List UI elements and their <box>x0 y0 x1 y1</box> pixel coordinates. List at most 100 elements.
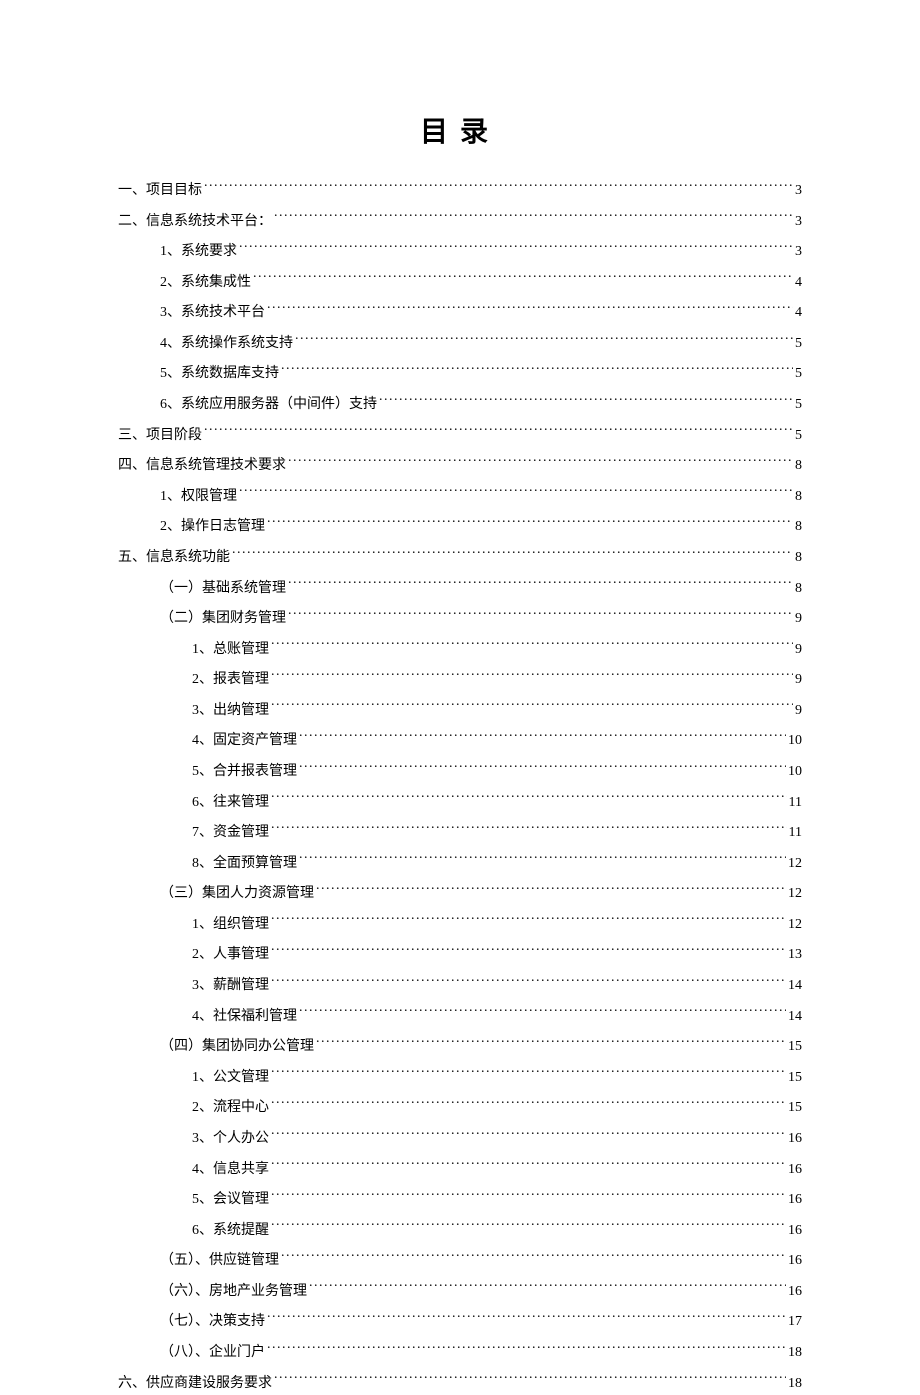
toc-entry: 五、信息系统功能8 <box>118 547 802 569</box>
toc-entry: （四）集团协同办公管理15 <box>118 1036 802 1058</box>
toc-entry: （三）集团人力资源管理12 <box>118 883 802 905</box>
toc-leader-dots <box>204 180 793 194</box>
toc-entry: （五）、供应链管理16 <box>118 1250 802 1272</box>
toc-leader-dots <box>271 1067 786 1081</box>
toc-entry: （一）基础系统管理8 <box>118 578 802 600</box>
toc-entry-page: 3 <box>795 180 802 202</box>
toc-entry-label: 5、系统数据库支持 <box>160 363 279 385</box>
toc-entry-label: 2、流程中心 <box>192 1097 269 1119</box>
toc-entry-page: 3 <box>795 241 802 263</box>
toc-leader-dots <box>295 333 793 347</box>
toc-entry-label: （七）、决策支持 <box>160 1311 265 1333</box>
toc-entry-page: 8 <box>795 516 802 538</box>
toc-entry-label: 3、出纳管理 <box>192 700 269 722</box>
toc-leader-dots <box>299 853 786 867</box>
toc-entry: （八）、企业门户18 <box>118 1342 802 1364</box>
toc-leader-dots <box>299 761 786 775</box>
toc-entry-label: 1、权限管理 <box>160 486 237 508</box>
toc-leader-dots <box>271 1220 786 1234</box>
toc-entry-label: 5、会议管理 <box>192 1189 269 1211</box>
toc-entry: （六）、房地产业务管理 16 <box>118 1281 802 1303</box>
toc-entry-label: 三、项目阶段 <box>118 425 202 447</box>
toc-leader-dots <box>379 394 793 408</box>
toc-entry-page: 12 <box>788 914 802 936</box>
toc-entry-label: 8、全面预算管理 <box>192 853 297 875</box>
toc-leader-dots <box>299 1006 786 1020</box>
toc-leader-dots <box>239 486 793 500</box>
toc-entry: 2、人事管理13 <box>118 944 802 966</box>
toc-entry-label: （六）、房地产业务管理 <box>160 1281 307 1303</box>
toc-leader-dots <box>281 1250 786 1264</box>
toc-entry-label: 6、系统提醒 <box>192 1220 269 1242</box>
toc-entry-page: 8 <box>795 578 802 600</box>
toc-entry-page: 9 <box>795 639 802 661</box>
toc-leader-dots <box>316 1036 786 1050</box>
toc-entry-page: 4 <box>795 302 802 324</box>
toc-entry-page: 5 <box>795 333 802 355</box>
toc-entry: 5、会议管理16 <box>118 1189 802 1211</box>
toc-leader-dots <box>271 822 787 836</box>
toc-entry-label: 1、总账管理 <box>192 639 269 661</box>
toc-leader-dots <box>271 669 793 683</box>
toc-entry-label: （八）、企业门户 <box>160 1342 265 1364</box>
toc-entry: （七）、决策支持 17 <box>118 1311 802 1333</box>
toc-entry-page: 9 <box>795 669 802 691</box>
toc-entry-label: 一、项目目标 <box>118 180 202 202</box>
toc-entry: 1、系统要求 3 <box>118 241 802 263</box>
toc-entry: 三、项目阶段 5 <box>118 425 802 447</box>
toc-leader-dots <box>271 700 793 714</box>
toc-entry-page: 11 <box>789 792 802 814</box>
toc-entry-page: 16 <box>788 1281 802 1303</box>
toc-entry-page: 5 <box>795 394 802 416</box>
toc-leader-dots <box>271 914 786 928</box>
toc-entry: 5、合并报表管理10 <box>118 761 802 783</box>
toc-entry: 2、流程中心15 <box>118 1097 802 1119</box>
toc-entry: 4、信息共享16 <box>118 1159 802 1181</box>
toc-entry-page: 14 <box>788 1006 802 1028</box>
table-of-contents: 一、项目目标3二、信息系统技术平台：31、系统要求32、系统集成性43、系统技术… <box>118 180 802 1395</box>
toc-entry-page: 11 <box>789 822 802 844</box>
toc-leader-dots <box>267 302 793 316</box>
toc-entry: 7、资金管理 11 <box>118 822 802 844</box>
toc-leader-dots <box>239 241 793 255</box>
toc-entry: 3、薪酬管理14 <box>118 975 802 997</box>
toc-entry-label: 1、系统要求 <box>160 241 237 263</box>
toc-entry-label: 2、系统集成性 <box>160 272 251 294</box>
toc-entry-page: 8 <box>795 455 802 477</box>
toc-leader-dots <box>253 272 793 286</box>
toc-leader-dots <box>309 1281 786 1295</box>
toc-entry: 3、个人办公16 <box>118 1128 802 1150</box>
toc-leader-dots <box>274 211 793 225</box>
toc-entry-page: 16 <box>788 1220 802 1242</box>
toc-entry-label: 3、薪酬管理 <box>192 975 269 997</box>
toc-entry: 1、公文管理15 <box>118 1067 802 1089</box>
toc-leader-dots <box>316 883 786 897</box>
toc-entry-label: 五、信息系统功能 <box>118 547 230 569</box>
toc-entry-page: 17 <box>788 1311 802 1333</box>
toc-entry: 2、操作日志管理8 <box>118 516 802 538</box>
toc-entry: 2、报表管理9 <box>118 669 802 691</box>
toc-entry: 6、往来管理11 <box>118 792 802 814</box>
toc-entry-label: （三）集团人力资源管理 <box>160 883 314 905</box>
toc-leader-dots <box>271 1189 786 1203</box>
toc-leader-dots <box>204 425 793 439</box>
toc-entry-label: （五）、供应链管理 <box>160 1250 279 1272</box>
toc-entry: 1、总账管理 9 <box>118 639 802 661</box>
toc-entry-page: 4 <box>795 272 802 294</box>
toc-leader-dots <box>267 516 793 530</box>
toc-entry-label: 4、固定资产管理 <box>192 730 297 752</box>
toc-leader-dots <box>271 944 786 958</box>
page-title: 目录 <box>118 110 802 150</box>
toc-entry-label: 3、系统技术平台 <box>160 302 265 324</box>
toc-entry-page: 10 <box>788 761 802 783</box>
toc-leader-dots <box>274 1373 786 1387</box>
toc-entry-label: 7、资金管理 <box>192 822 269 844</box>
toc-entry-label: 4、社保福利管理 <box>192 1006 297 1028</box>
toc-entry-label: 4、系统操作系统支持 <box>160 333 293 355</box>
toc-entry: 1、权限管理8 <box>118 486 802 508</box>
toc-entry-page: 3 <box>795 211 802 233</box>
toc-entry-page: 5 <box>795 425 802 447</box>
toc-leader-dots <box>288 455 793 469</box>
toc-leader-dots <box>267 1311 786 1325</box>
toc-entry-label: 四、信息系统管理技术要求 <box>118 455 286 477</box>
